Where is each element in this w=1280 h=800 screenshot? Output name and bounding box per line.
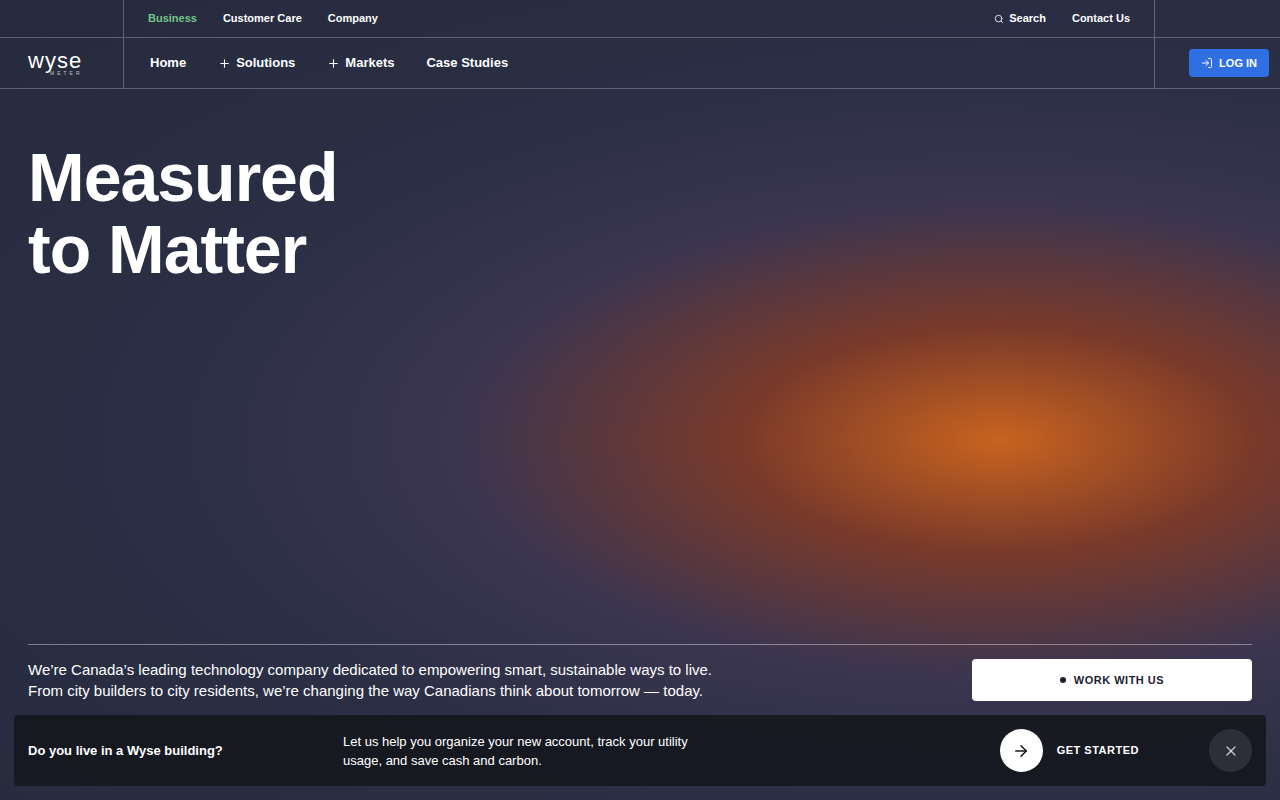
main-nav-item[interactable]: Home [150,53,186,73]
headline: Measuredto Matter [0,89,1280,285]
login-button[interactable]: LOG IN [1189,49,1269,77]
close-button[interactable] [1209,729,1252,772]
main-nav-item[interactable]: Markets [327,53,394,73]
logo[interactable]: wyseMETER [28,51,83,76]
dot-icon [1060,677,1066,683]
contact-link[interactable]: Contact Us [1072,10,1130,27]
search-link[interactable]: Search [994,10,1046,27]
search-icon [994,14,1004,24]
top-nav-item[interactable]: Business [148,10,197,27]
work-with-us-button[interactable]: WORK WITH US [972,659,1252,701]
banner-text: Let us help you organize your new accoun… [343,732,723,770]
page: Business Customer Care Company Search Contac… [0,0,1280,800]
get-started-button[interactable]: GET STARTED [1000,729,1139,772]
hero-description: We’re Canada’s leading technology compan… [28,659,712,701]
arrow-icon [1012,742,1030,760]
hero: Measuredto Matter We’re Canada’s leading … [0,89,1280,800]
top-nav-item[interactable]: Customer Care [223,10,302,27]
top-bar: Business Customer Care Company Search Contac… [0,0,1280,38]
plus-icon [327,57,340,70]
header: Business Customer Care Company Search Contac… [0,0,1280,89]
plus-icon [218,57,231,70]
main-nav-item[interactable]: Case Studies [426,53,508,73]
banner: Do you live in a Wyse building?Let us he… [14,715,1266,786]
top-nav-item[interactable]: Company [328,10,378,27]
banner-question: Do you live in a Wyse building? [28,741,343,761]
main-nav-item[interactable]: Solutions [218,53,295,73]
login-icon [1201,57,1213,69]
close-icon [1223,743,1239,759]
main-bar: wyseMETER Home Solutions Markets Case Studie… [0,38,1280,89]
